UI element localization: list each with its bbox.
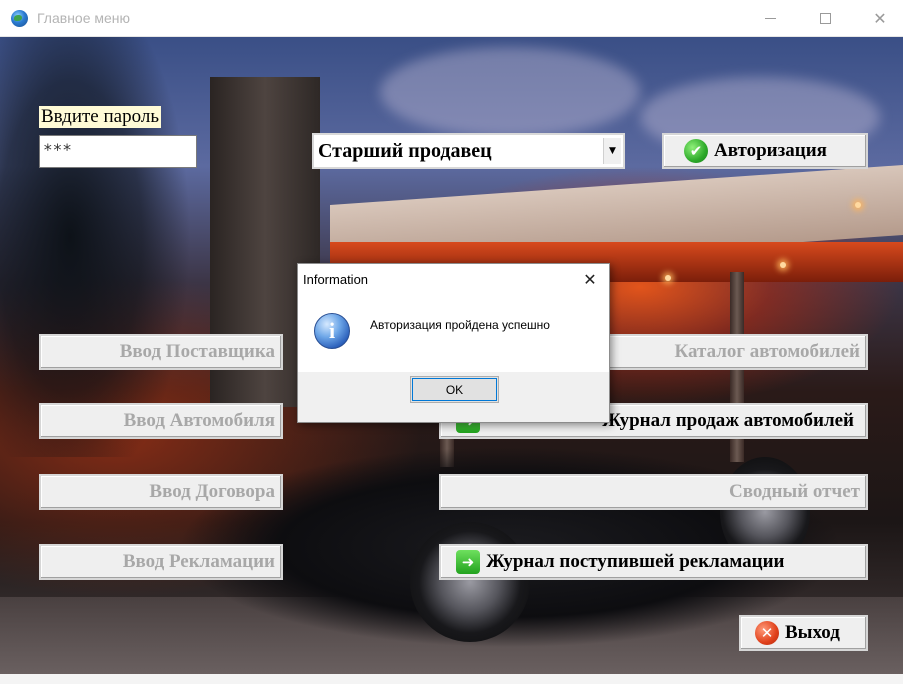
window-bottom-edge <box>0 674 903 684</box>
complaint-entry-label: Ввод Рекламации <box>122 551 275 572</box>
ceiling-light <box>665 275 671 281</box>
chevron-down-icon[interactable]: ▼ <box>603 138 621 164</box>
close-window-button[interactable]: ✕ <box>857 0 903 37</box>
maximize-button[interactable] <box>802 0 848 37</box>
complaint-entry-button[interactable]: Ввод Рекламации <box>39 544 283 580</box>
cloud-shape <box>380 47 640 137</box>
arrow-right-icon: ➜ <box>456 550 480 574</box>
car-entry-label: Ввод Автомобиля <box>123 410 275 431</box>
dialog-message: Авторизация пройдена успешно <box>370 318 550 332</box>
auth-button-label: Авторизация <box>714 140 827 161</box>
exit-button[interactable]: ✕ Выход <box>739 615 868 651</box>
info-icon: i <box>314 313 350 349</box>
complaints-journal-label: Журнал поступившей рекламации <box>486 551 785 572</box>
supplier-entry-label: Ввод Поставщика <box>119 341 275 362</box>
dialog-body: i Авторизация пройдена успешно <box>298 295 609 372</box>
ceiling-light <box>780 262 786 268</box>
role-dropdown[interactable]: Старший продавец ▼ <box>312 133 625 169</box>
summary-report-label: Сводный отчет <box>729 481 860 502</box>
close-icon: ✕ <box>873 9 887 28</box>
auth-button[interactable]: ✔ Авторизация <box>662 133 868 169</box>
dialog-close-button[interactable]: ✕ <box>577 267 603 291</box>
sales-journal-label: Журнал продаж автомобилей <box>602 410 854 431</box>
globe-app-icon <box>11 10 28 27</box>
password-label: Ввдите пароль <box>39 106 161 128</box>
tree-silhouette <box>0 37 200 457</box>
car-wheel-shape <box>410 522 530 642</box>
minimize-button[interactable] <box>747 0 793 37</box>
dialog-title: Information <box>303 272 369 287</box>
summary-report-button[interactable]: Сводный отчет <box>439 474 868 510</box>
dialog-title-bar: Information ✕ <box>298 264 609 295</box>
minimize-icon <box>764 18 776 19</box>
contract-entry-label: Ввод Договора <box>149 481 275 502</box>
contract-entry-button[interactable]: Ввод Договора <box>39 474 283 510</box>
car-entry-button[interactable]: Ввод Автомобиля <box>39 403 283 439</box>
maximize-icon <box>819 13 831 24</box>
supplier-entry-button[interactable]: Ввод Поставщика <box>39 334 283 370</box>
role-dropdown-value: Старший продавец <box>318 140 492 162</box>
car-catalog-label: Каталог автомобилей <box>674 341 861 362</box>
cross-icon: ✕ <box>755 621 779 645</box>
window-title: Главное меню <box>37 10 131 26</box>
ok-button[interactable]: OK <box>410 376 499 403</box>
password-field[interactable]: *** <box>39 135 197 168</box>
ceiling-light <box>855 202 861 208</box>
exit-button-label: Выход <box>785 622 840 643</box>
information-dialog: Information ✕ i Авторизация пройдена усп… <box>297 263 610 423</box>
check-icon: ✔ <box>684 139 708 163</box>
window-title-bar: Главное меню ✕ <box>0 0 903 37</box>
complaints-journal-button[interactable]: ➜ Журнал поступившей рекламации <box>439 544 868 580</box>
